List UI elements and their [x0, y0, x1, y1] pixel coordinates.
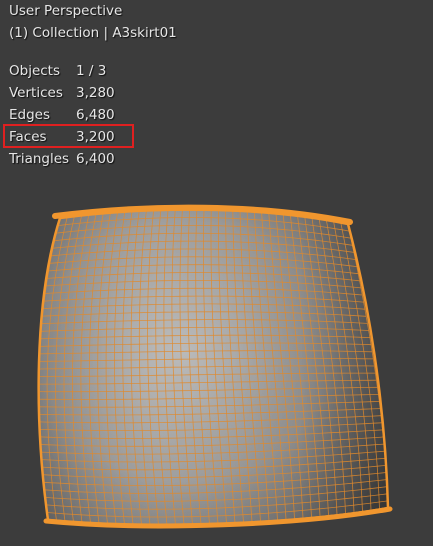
stat-label: Objects [9, 63, 61, 79]
faces-highlight-box [3, 124, 134, 148]
selected-mesh-object[interactable] [0, 0, 433, 546]
stat-label: Edges [9, 107, 51, 123]
3d-viewport[interactable]: User Perspective (1) Collection | A3skir… [0, 0, 433, 546]
stat-value: 6,400 [76, 151, 115, 167]
collection-object-label: (1) Collection | A3skirt01 [9, 25, 177, 41]
stat-value: 6,480 [76, 107, 115, 123]
view-name-label: User Perspective [9, 3, 123, 19]
stat-value: 3,280 [76, 85, 115, 101]
stat-label: Vertices [9, 85, 63, 101]
stat-label: Triangles [9, 151, 70, 167]
stat-value: 1 / 3 [76, 63, 107, 79]
